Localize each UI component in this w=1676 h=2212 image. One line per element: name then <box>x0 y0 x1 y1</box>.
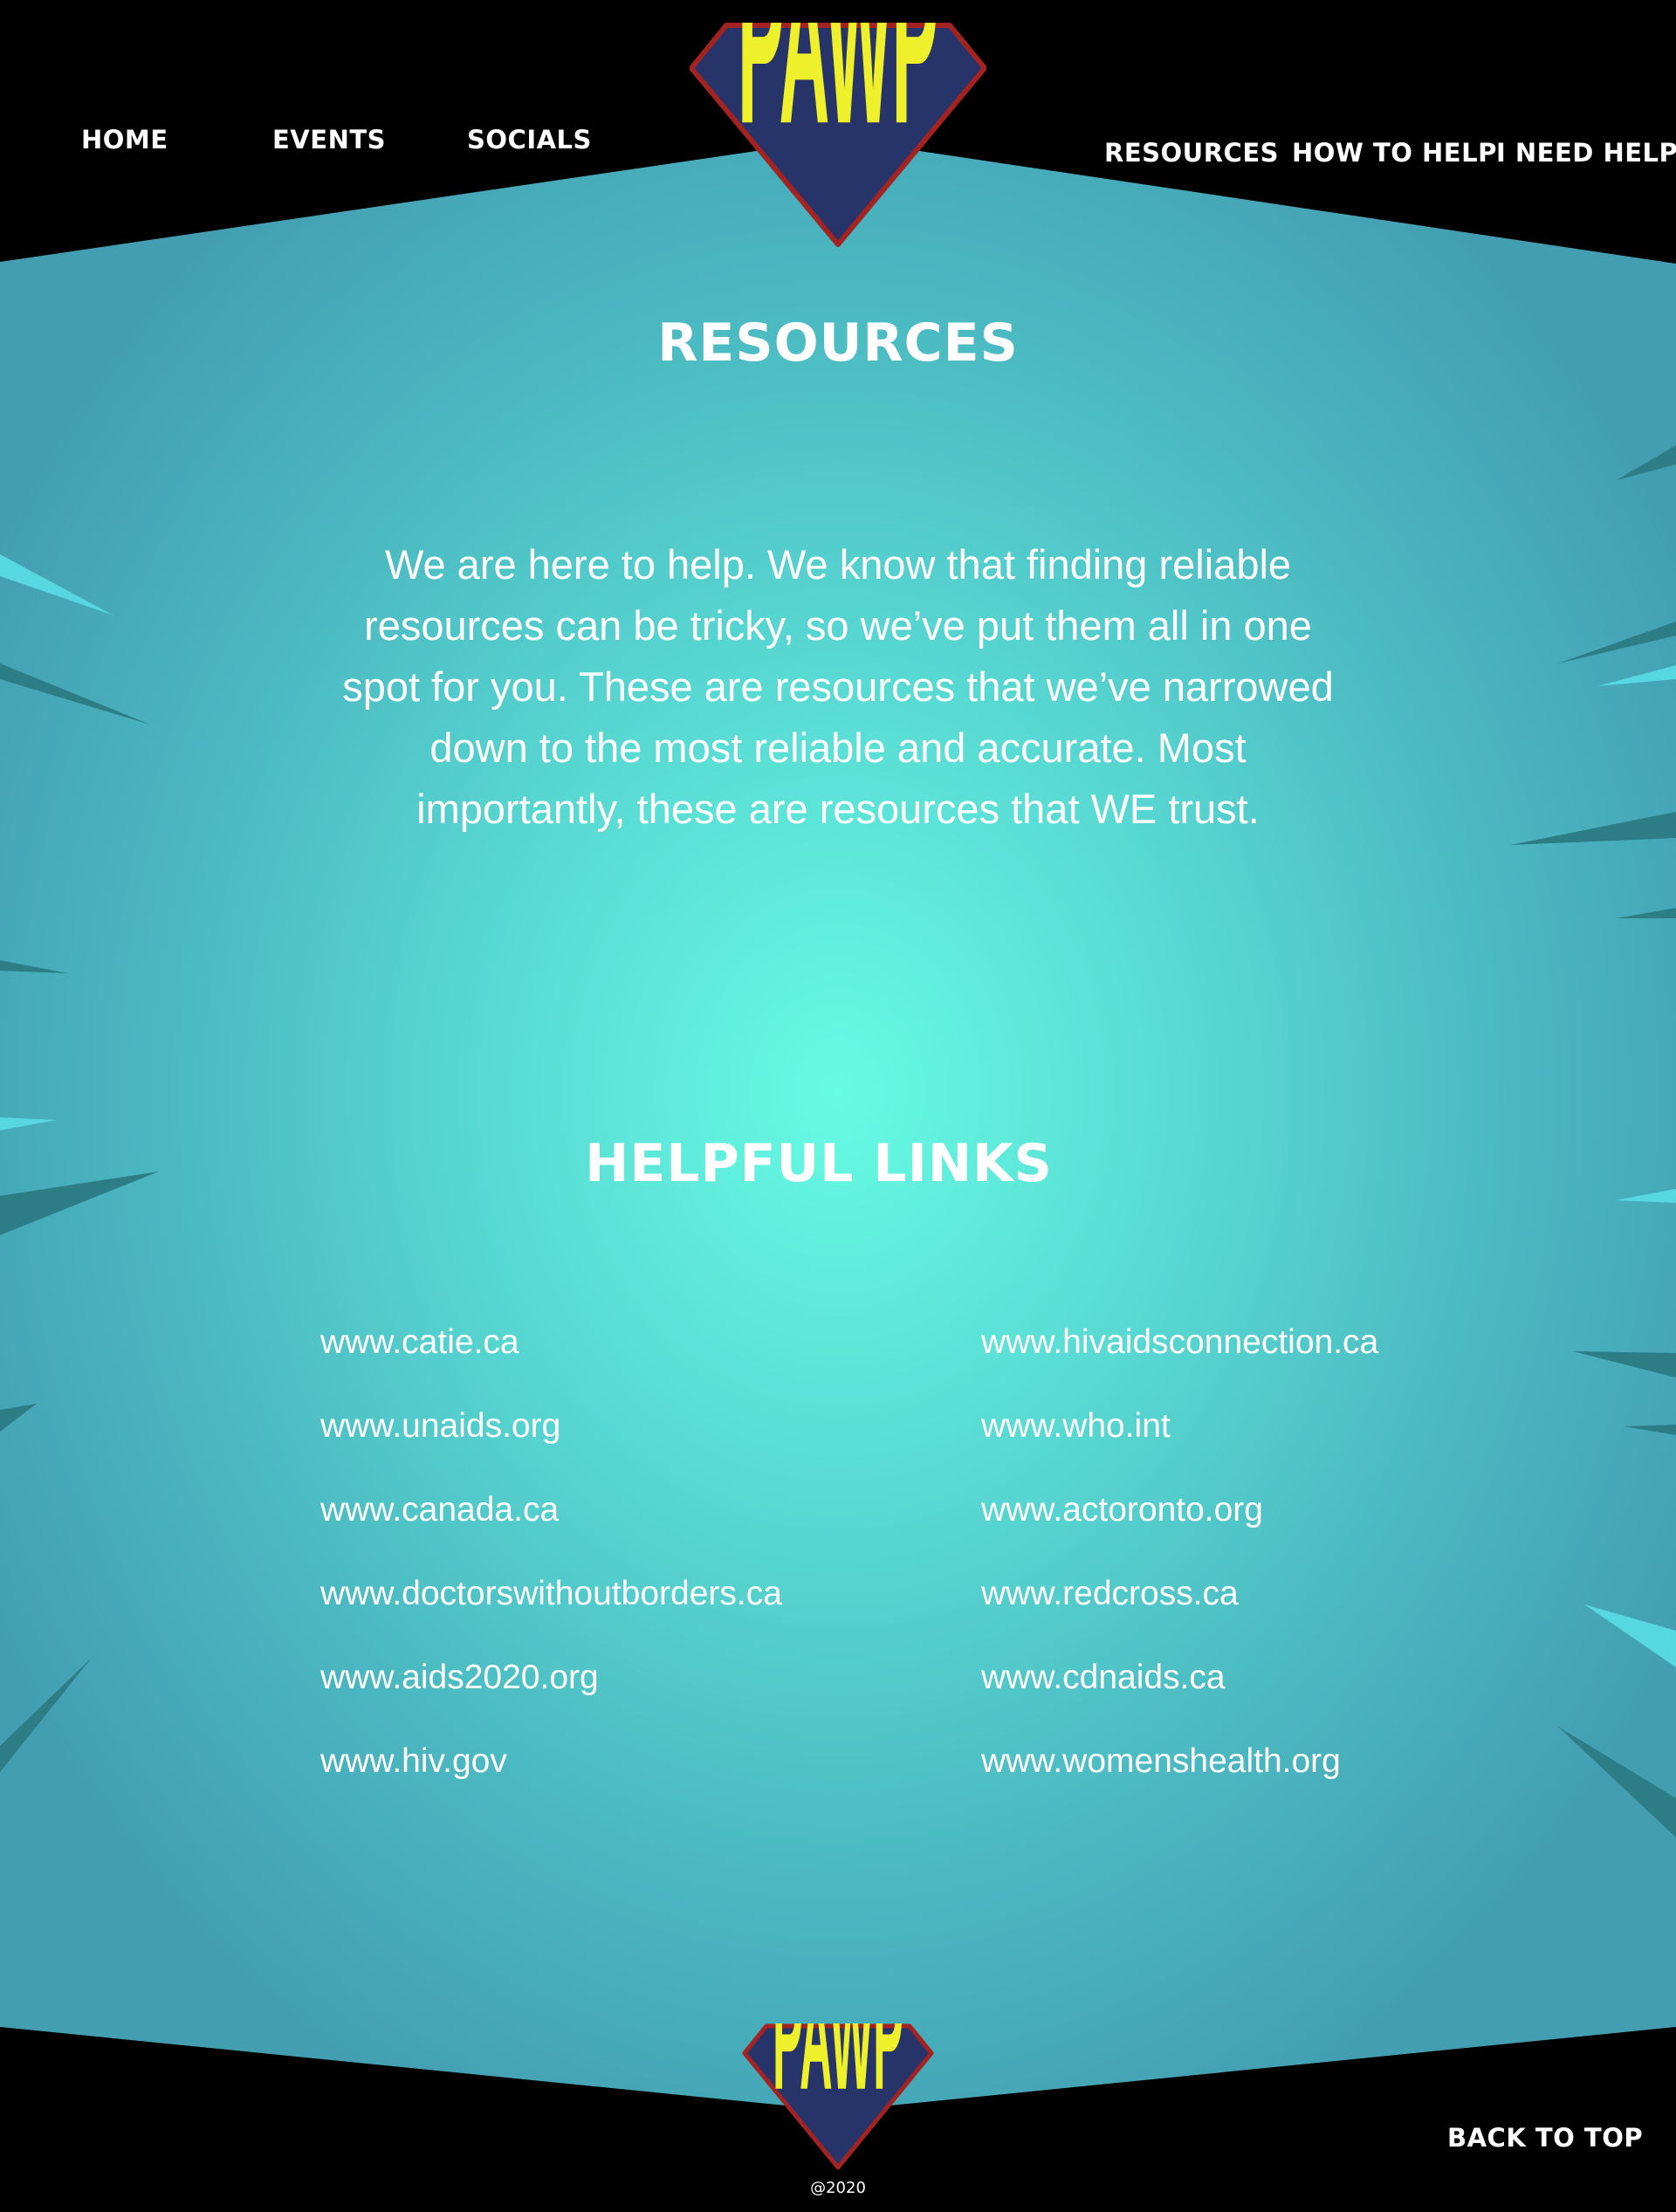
link-who[interactable]: www.who.int <box>981 1407 1171 1445</box>
links-list-left: www.catie.ca www.unaids.org www.canada.c… <box>320 1318 782 1821</box>
list-item: www.canada.ca <box>320 1486 782 1570</box>
list-item: www.womenshealth.org <box>981 1737 1378 1821</box>
links-list-right: www.hivaidsconnection.ca www.who.int www… <box>981 1318 1378 1821</box>
list-item: www.cdnaids.ca <box>981 1653 1378 1737</box>
footer-logo-text: PAWP <box>773 2023 903 2122</box>
list-item: www.actoronto.org <box>981 1486 1378 1570</box>
nav-how-to-help-link[interactable]: HOW TO HELP <box>1292 138 1497 168</box>
list-item: www.hiv.gov <box>320 1737 782 1821</box>
footer-logo[interactable]: PAWP <box>742 1951 934 2170</box>
back-to-top-link[interactable]: BACK TO TOP <box>1447 2123 1643 2153</box>
page: HOME EVENTS SOCIALS RESOURCES HOW TO HEL… <box>0 0 1676 2212</box>
nav-socials-link[interactable]: SOCIALS <box>467 125 592 155</box>
link-hiv-gov[interactable]: www.hiv.gov <box>320 1742 507 1780</box>
logo-text: PAWP <box>738 23 938 175</box>
list-item: www.aids2020.org <box>320 1653 782 1737</box>
list-item: www.redcross.ca <box>981 1570 1378 1653</box>
link-doctors-without-borders[interactable]: www.doctorswithoutborders.ca <box>320 1575 782 1612</box>
page-title: RESOURCES <box>657 313 1019 374</box>
nav-events-link[interactable]: EVENTS <box>272 125 386 155</box>
link-redcross[interactable]: www.redcross.ca <box>981 1575 1239 1612</box>
link-unaids[interactable]: www.unaids.org <box>320 1407 560 1445</box>
link-catie[interactable]: www.catie.ca <box>320 1323 519 1361</box>
list-item: www.hivaidsconnection.ca <box>981 1318 1378 1402</box>
intro-paragraph: We are here to help. We know that findin… <box>342 541 1334 832</box>
list-item: www.who.int <box>981 1402 1378 1486</box>
helpful-links-heading: HELPFUL LINKS <box>585 1133 1053 1194</box>
list-item: www.unaids.org <box>320 1402 782 1486</box>
link-womenshealth[interactable]: www.womenshealth.org <box>981 1742 1341 1780</box>
link-cdnaids[interactable]: www.cdnaids.ca <box>981 1659 1226 1696</box>
link-aids2020[interactable]: www.aids2020.org <box>320 1659 599 1696</box>
link-canada[interactable]: www.canada.ca <box>320 1491 559 1528</box>
header-logo[interactable]: PAWP <box>689 0 987 250</box>
link-hivaidsconnection[interactable]: www.hivaidsconnection.ca <box>981 1323 1378 1361</box>
nav-i-need-help-link[interactable]: I NEED HELP <box>1496 138 1676 168</box>
list-item: www.doctorswithoutborders.ca <box>320 1570 782 1653</box>
link-actoronto[interactable]: www.actoronto.org <box>981 1491 1263 1528</box>
nav-resources-link[interactable]: RESOURCES <box>1104 138 1279 168</box>
nav-home-link[interactable]: HOME <box>81 125 168 155</box>
copyright: @2020 <box>810 2179 866 2197</box>
list-item: www.catie.ca <box>320 1318 782 1402</box>
